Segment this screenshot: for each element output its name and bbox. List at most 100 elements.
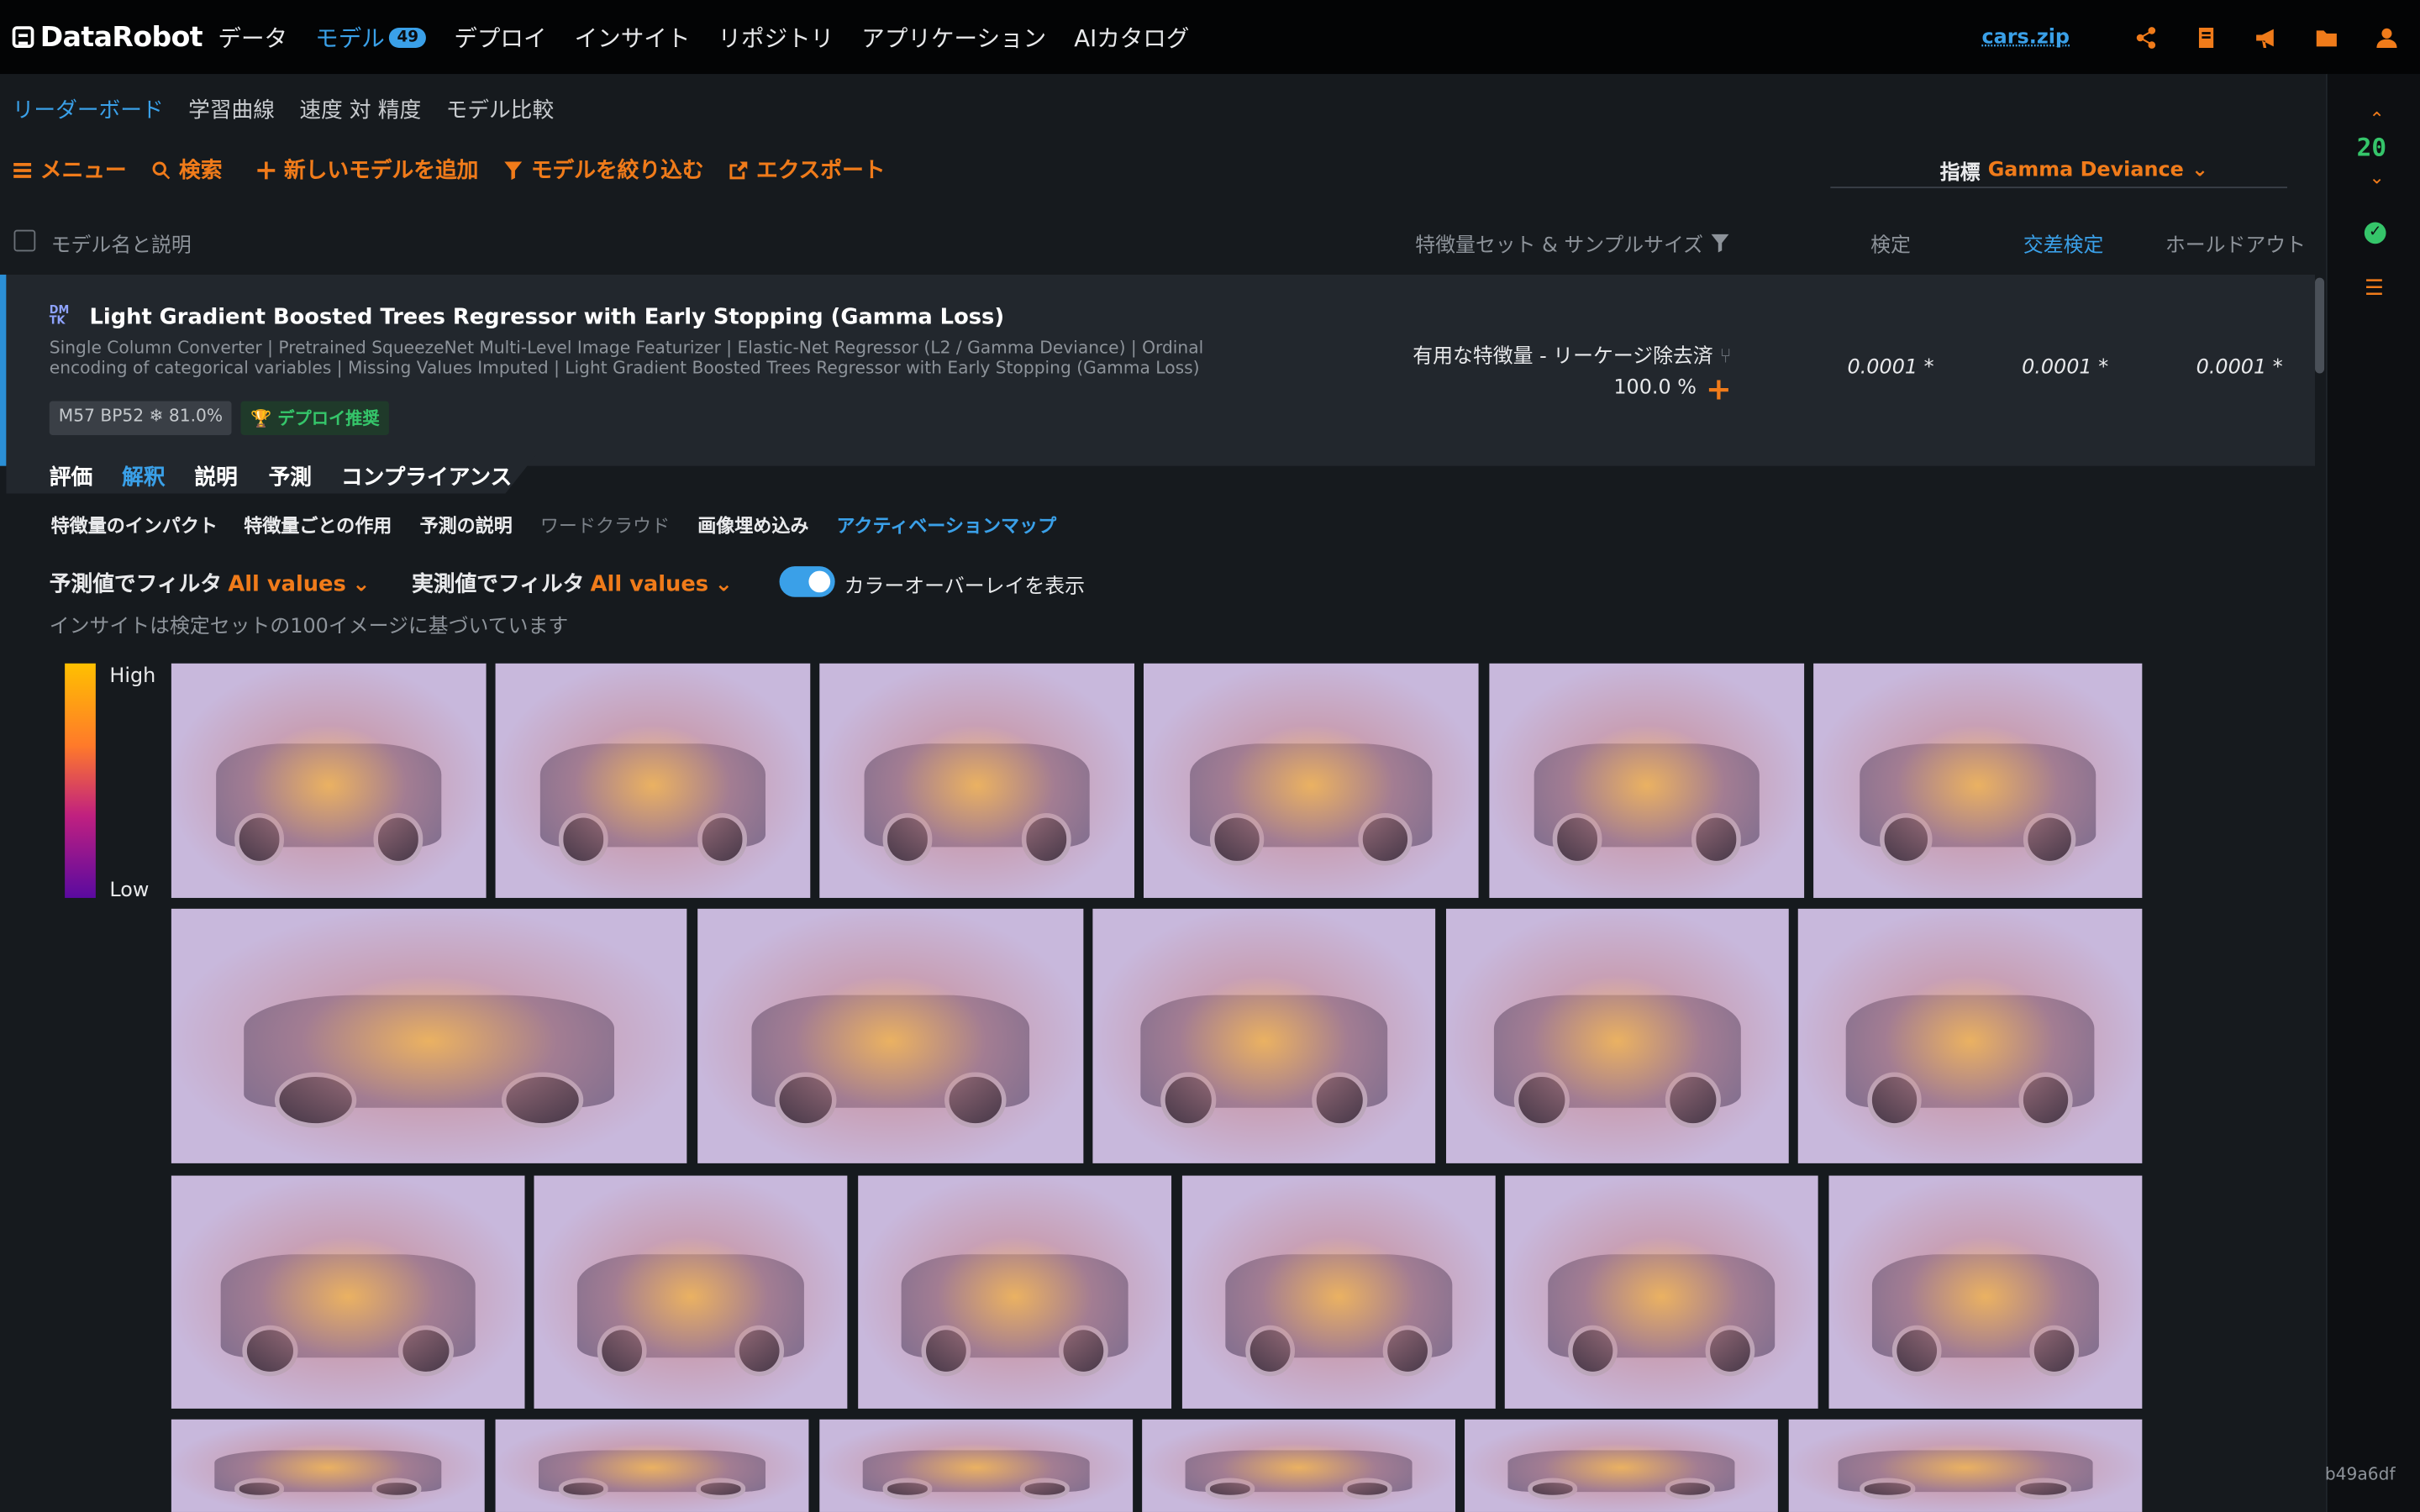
activation-map-image[interactable] [1142,1419,1456,1512]
activation-map-image[interactable] [1797,908,2143,1163]
activation-map-image[interactable] [1813,663,2143,898]
col-cross-validation[interactable]: 交差検定 [2023,228,2104,258]
tab-model-comparison[interactable]: モデル比較 [446,94,555,125]
activation-map-image[interactable] [819,1419,1134,1512]
activation-map-image[interactable] [1788,1419,2143,1512]
nav-ai-catalog[interactable]: AIカタログ [1074,21,1189,54]
insight-feature-impact[interactable]: 特徴量のインパクト [51,512,218,538]
insight-feature-effects[interactable]: 特徴量ごとの作用 [244,512,392,538]
tab-describe[interactable]: 説明 [194,461,237,492]
list-icon[interactable]: ☰ [2365,276,2384,301]
tab-leaderboard[interactable]: リーダーボード [13,94,164,125]
heatmap-overlay [495,1419,809,1512]
export-button[interactable]: エクスポート [729,155,886,186]
user-icon[interactable] [2372,23,2402,52]
tab-speed-vs-accuracy[interactable]: 速度 対 精度 [299,94,421,125]
nav-applications[interactable]: アプリケーション [861,21,1046,54]
filter-icon [1711,234,1729,253]
col-featureset[interactable]: 特徴量セット & サンプルサイズ [1415,228,1729,258]
model-title[interactable]: Light Gradient Boosted Trees Regressor w… [90,306,1005,330]
activation-map-image[interactable] [171,663,487,898]
heatmap-overlay [1181,1175,1496,1409]
chevron-down-icon: ⌄ [352,572,371,597]
check-circle-icon[interactable]: ✓ [2364,222,2386,244]
project-name[interactable]: cars.zip [1981,25,2070,49]
activation-map-image[interactable] [1445,908,1789,1163]
sample-size-value: 100.0 % [1613,376,1697,400]
activation-map-image[interactable] [819,663,1134,898]
activation-map-image[interactable] [1092,908,1436,1163]
heatmap-overlay [171,908,687,1163]
heatmap-overlay [171,1175,525,1409]
filter-models-button[interactable]: モデルを絞り込む [503,155,704,186]
col-model-name[interactable]: モデル名と説明 [51,228,192,258]
col-holdout[interactable]: ホールドアウト [2165,228,2306,258]
nav-insights[interactable]: インサイト [575,21,691,54]
activation-map-image[interactable] [171,1175,525,1409]
model-row[interactable]: DM TK Light Gradient Boosted Trees Regre… [0,274,2316,466]
activation-map-image[interactable] [534,1175,848,1409]
metric-selector[interactable]: 指標 Gamma Deviance ⌄ [1939,156,2208,186]
tab-predict[interactable]: 予測 [269,461,312,492]
heatmap-overlay [1143,663,1479,898]
nav-models[interactable]: モデル 49 [315,21,427,54]
insight-activation-maps[interactable]: アクティベーションマップ [836,512,1056,538]
insight-prediction-explanations[interactable]: 予測の説明 [420,512,513,538]
tab-learning-curve[interactable]: 学習曲線 [188,94,275,125]
activation-map-image[interactable] [495,1419,809,1512]
folder-icon[interactable] [2312,23,2341,52]
search-button[interactable]: 検索 [151,155,222,186]
legend-low: Low [109,879,150,903]
tab-compliance[interactable]: コンプライアンス [341,461,512,492]
activation-map-image[interactable] [1181,1175,1496,1409]
activation-map-image[interactable] [697,908,1084,1163]
book-icon[interactable] [2191,23,2221,52]
model-tabs: 評価 解釈 説明 予測 コンプライアンス [6,453,538,494]
insight-image-embeddings[interactable]: 画像埋め込み [697,512,808,538]
heatmap-overlay [171,663,487,898]
datarobot-logo[interactable]: DataRobot [12,21,203,53]
activation-map-image[interactable] [1143,663,1479,898]
export-label: エクスポート [755,159,886,184]
nav-deploy[interactable]: デプロイ [454,21,546,54]
metric-value: Gamma Deviance [1987,159,2184,182]
export-icon [729,160,748,179]
col-validation[interactable]: 検定 [1870,228,1911,258]
scrollbar[interactable] [2315,277,2325,374]
activation-map-image[interactable] [171,1419,485,1512]
legend-high: High [109,664,156,689]
heatmap-overlay [1092,908,1436,1163]
select-all-checkbox[interactable] [13,229,36,252]
top-bar: DataRobot データ モデル 49 デプロイ インサイト リポジトリ アプリ… [0,0,2420,75]
filter-icon [504,160,523,180]
cv-score: 0.0001 * [2022,356,2109,380]
nav-repository[interactable]: リポジトリ [718,21,834,54]
activation-map-image[interactable] [1504,1175,1818,1409]
chevron-up-icon[interactable]: ⌃ [2369,108,2384,130]
activation-map-image[interactable] [1465,1419,1778,1512]
activation-map-image[interactable] [1828,1175,2143,1409]
add-sample-icon[interactable]: + [1706,373,1732,404]
pred-filter[interactable]: 予測値でフィルタ All values ⌄ [50,572,371,596]
megaphone-icon[interactable] [2252,23,2281,52]
nav-data[interactable]: データ [218,21,287,54]
color-overlay-toggle[interactable] [779,566,835,597]
worker-count: 20 [2356,132,2387,162]
activation-map-image[interactable] [171,908,687,1163]
chevron-down-icon[interactable]: ⌄ [2369,166,2384,188]
activation-map-image[interactable] [1489,663,1805,898]
metric-label: 指標 [1939,161,1981,186]
actual-filter-value: All values [590,572,709,597]
recommended-badge: 🏆 デプロイ推奨 [241,401,389,435]
tab-evaluate[interactable]: 評価 [50,461,92,492]
tab-understand[interactable]: 解釈 [122,461,165,492]
activation-map-image[interactable] [858,1175,1172,1409]
actual-filter[interactable]: 実測値でフィルタ All values ⌄ [412,572,733,596]
add-model-button[interactable]: 新しいモデルを追加 [256,155,478,186]
share-icon[interactable] [2131,23,2160,52]
heatmap-overlay [171,1419,485,1512]
activation-map-image[interactable] [495,663,811,898]
menu-button[interactable]: メニュー [13,155,127,186]
insight-word-cloud[interactable]: ワードクラウド [540,512,670,538]
heatmap-overlay [1504,1175,1818,1409]
